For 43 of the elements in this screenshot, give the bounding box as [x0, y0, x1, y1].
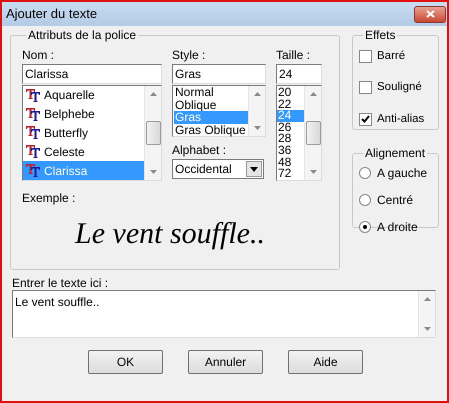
- font-list-item[interactable]: Aquarelle: [23, 86, 144, 105]
- size-list-item[interactable]: 20: [277, 87, 304, 99]
- font-name-field[interactable]: Clarissa: [22, 64, 162, 84]
- checkbox-label: Barré: [377, 49, 406, 64]
- window-title: Ajouter du texte: [6, 5, 98, 24]
- font-list[interactable]: Aquarelle Belphebe Butterfly Celeste Clarissa: [22, 85, 162, 181]
- font-list-item[interactable]: Belphebe: [23, 104, 144, 124]
- example-preview: Le vent souffle..: [75, 216, 265, 252]
- style-list-item[interactable]: Gras Oblique: [174, 124, 248, 136]
- text-entry-value: Le vent souffle..: [14, 294, 101, 311]
- size-list-item[interactable]: 36: [277, 144, 304, 157]
- font-list-item[interactable]: Celeste: [23, 142, 144, 162]
- font-list-item[interactable]: Butterfly: [23, 124, 144, 142]
- size-list-item[interactable]: 26: [277, 122, 304, 134]
- checkbox-label: Anti-alias: [377, 112, 424, 126]
- radio-label: A gauche: [377, 165, 428, 182]
- field-label: Alphabet :: [172, 142, 228, 159]
- text-entry-label: Entrer le texte ici :: [12, 275, 110, 290]
- alphabet-dropdown[interactable]: Occidental: [172, 159, 264, 179]
- field-label: Taille :: [276, 47, 312, 64]
- group-title: Effets: [364, 27, 396, 44]
- dialog-button[interactable]: OK: [88, 350, 163, 374]
- group-title: Attributs de la police: [27, 27, 138, 44]
- style-field[interactable]: Gras: [172, 64, 266, 84]
- field-label: Style :: [172, 47, 206, 64]
- field-label: Nom :: [22, 47, 56, 64]
- size-list-item[interactable]: 48: [277, 156, 304, 168]
- style-list[interactable]: Normal Oblique Gras Gras Oblique: [172, 85, 266, 137]
- size-list-item[interactable]: 22: [277, 98, 304, 110]
- text-entry-area[interactable]: Le vent souffle..: [12, 290, 436, 338]
- checkbox-label: Souligné: [377, 80, 422, 96]
- style-list-item[interactable]: Normal: [174, 86, 248, 98]
- group-title: Alignement: [364, 145, 426, 162]
- dialog-button[interactable]: Annuler: [188, 350, 263, 374]
- dialog-button[interactable]: Aide: [288, 350, 363, 374]
- size-list[interactable]: 20 22 24 26 28 36 48 72: [276, 85, 322, 181]
- size-list-item[interactable]: 72: [277, 168, 304, 180]
- size-field[interactable]: 24: [276, 64, 322, 84]
- radio-label: Centré: [377, 192, 414, 209]
- radio-label: A droite: [377, 219, 418, 236]
- size-list-item[interactable]: 28: [277, 133, 304, 145]
- example-label: Exemple :: [22, 190, 76, 205]
- style-list-item[interactable]: Oblique: [174, 98, 248, 111]
